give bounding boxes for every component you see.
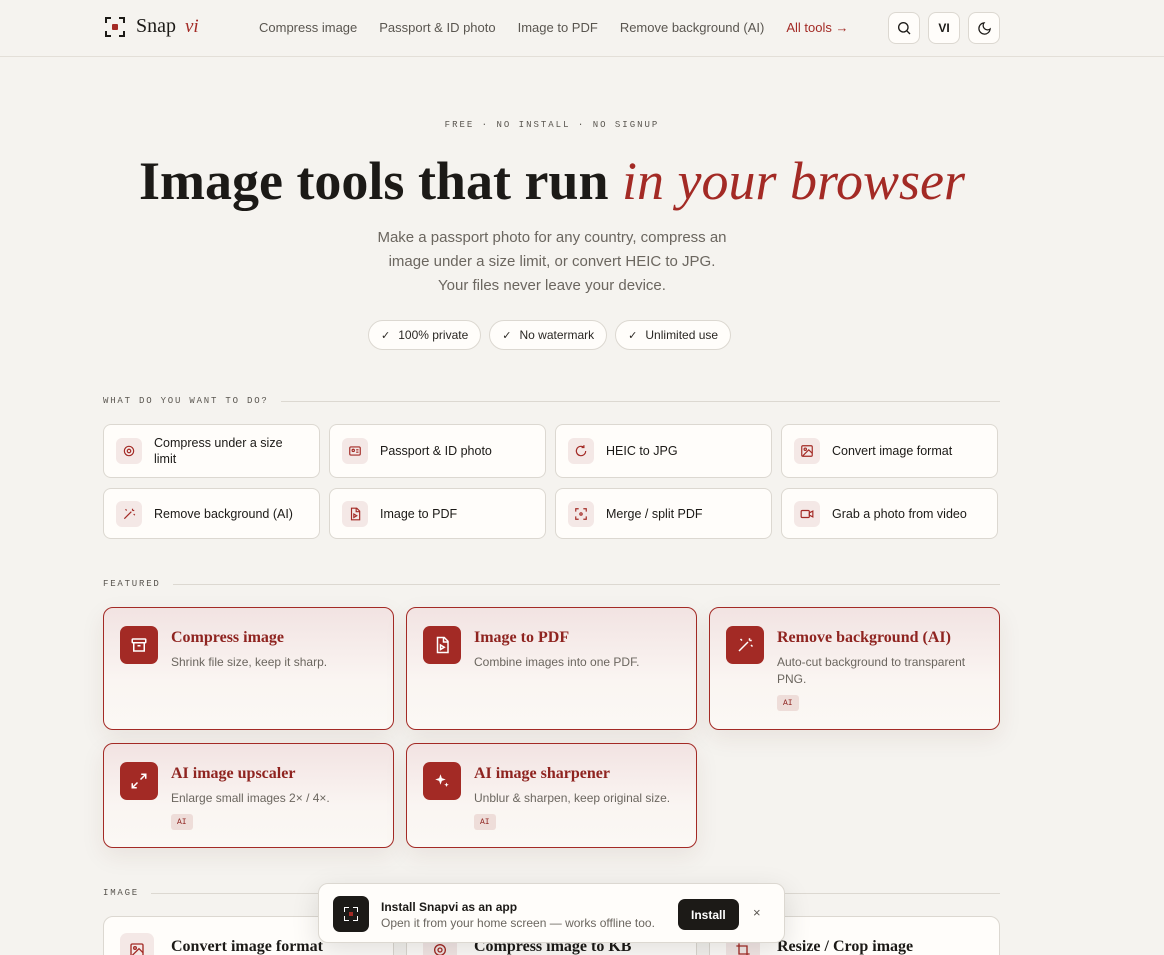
ai-tag: AI [171, 814, 193, 830]
featured-card-remove-background[interactable]: Remove background (AI) Auto-cut backgrou… [709, 607, 1000, 730]
pdf-file-icon [342, 500, 368, 527]
search-icon [898, 22, 911, 35]
featured-card-ai-upscaler[interactable]: AI image upscaler Enlarge small images 2… [103, 743, 394, 848]
check-icon: ✓ [381, 329, 391, 342]
featured-card-image-to-pdf[interactable]: Image to PDF Combine images into one PDF… [406, 607, 697, 730]
badge-no-watermark: ✓ No watermark [489, 320, 608, 350]
quick-heic-to-jpg[interactable]: HEIC to JPG [555, 424, 772, 478]
featured-desc: Unblur & sharpen, keep original size. [474, 791, 671, 805]
image-icon [120, 933, 154, 955]
section-label-featured: FEATURED [103, 579, 1000, 589]
logo-accent: vi [185, 15, 199, 37]
app-logo-icon [333, 896, 369, 932]
magic-wand-icon [726, 626, 764, 664]
quick-passport-photo[interactable]: Passport & ID photo [329, 424, 546, 478]
check-icon: ✓ [628, 329, 638, 342]
archive-icon [120, 626, 158, 664]
check-icon: ✓ [502, 329, 512, 342]
ai-tag: AI [474, 814, 496, 830]
id-card-icon [342, 438, 368, 464]
install-button[interactable]: Install [678, 899, 739, 930]
magic-wand-icon [116, 500, 142, 527]
nav-all-tools[interactable]: All tools → [786, 20, 848, 35]
expand-icon [120, 762, 158, 800]
quick-merge-split-pdf[interactable]: Merge / split PDF [555, 488, 772, 539]
install-toast: Install Snapvi as an app Open it from yo… [318, 883, 785, 943]
target-icon [116, 438, 142, 464]
search-button[interactable] [888, 12, 920, 44]
quick-actions-grid: Compress under a size limit Passport & I… [103, 424, 1000, 539]
hero-title-accent: in your browser [621, 151, 965, 211]
language-button[interactable]: VI [928, 12, 960, 44]
nav-remove-background[interactable]: Remove background (AI) [620, 20, 765, 35]
featured-title: Compress image [171, 629, 285, 646]
quick-photo-from-video[interactable]: Grab a photo from video [781, 488, 998, 539]
pdf-file-icon [423, 626, 461, 664]
hero-badges: ✓ 100% private ✓ No watermark ✓ Unlimited u… [368, 320, 732, 350]
badge-private: ✓ 100% private [368, 320, 482, 350]
quick-convert-format[interactable]: Convert image format [781, 424, 998, 478]
nav-image-to-pdf[interactable]: Image to PDF [518, 20, 598, 35]
hero-title-main: Image tools that run [138, 151, 622, 211]
featured-desc: Enlarge small images 2× / 4×. [171, 791, 330, 805]
video-icon [794, 500, 820, 527]
badge-unlimited: ✓ Unlimited use [615, 320, 732, 350]
featured-desc: Combine images into one PDF. [474, 655, 640, 669]
image-icon [794, 438, 820, 464]
nav-compress-image[interactable]: Compress image [259, 20, 357, 35]
quick-remove-background[interactable]: Remove background (AI) [103, 488, 320, 539]
logo-text: Snap [136, 15, 176, 37]
section-label-quick: WHAT DO YOU WANT TO DO? [103, 396, 1000, 406]
logo[interactable]: Snap vi [104, 15, 199, 38]
close-icon[interactable]: × [753, 905, 761, 920]
featured-title: AI image upscaler [171, 765, 296, 782]
logo-icon [104, 16, 126, 38]
featured-title: AI image sharpener [474, 765, 610, 782]
theme-toggle-button[interactable] [968, 12, 1000, 44]
featured-title: Remove background (AI) [777, 629, 951, 646]
image-card-title: Convert image format [171, 938, 323, 955]
sparkle-icon [423, 762, 461, 800]
refresh-icon [568, 438, 594, 464]
toast-title: Install Snapvi as an app [381, 900, 518, 914]
hero-subtitle: Make a passport photo for any country, c… [377, 229, 727, 294]
nav-passport-photo[interactable]: Passport & ID photo [379, 20, 495, 35]
featured-card-ai-sharpener[interactable]: AI image sharpener Unblur & sharpen, kee… [406, 743, 697, 848]
quick-compress-size-limit[interactable]: Compress under a size limit [103, 424, 320, 478]
hero-title: Image tools that run in your browser [0, 150, 1104, 212]
image-card-title: Resize / Crop image [777, 938, 914, 955]
featured-card-compress-image[interactable]: Compress image Shrink file size, keep it… [103, 607, 394, 730]
main-nav: Compress image Passport & ID photo Image… [259, 20, 848, 35]
site-header: Snap vi Compress image Passport & ID pho… [0, 0, 1164, 57]
featured-desc: Shrink file size, keep it sharp. [171, 655, 328, 669]
featured-title: Image to PDF [474, 629, 570, 646]
toast-subtitle: Open it from your home screen — works of… [381, 916, 655, 930]
featured-desc: Auto-cut background to transparent PNG. [777, 655, 966, 686]
merge-icon [568, 500, 594, 527]
hero-eyebrow: FREE · NO INSTALL · NO SIGNUP [444, 120, 660, 130]
ai-tag: AI [777, 695, 799, 711]
quick-image-to-pdf[interactable]: Image to PDF [329, 488, 546, 539]
moon-icon [977, 21, 991, 35]
